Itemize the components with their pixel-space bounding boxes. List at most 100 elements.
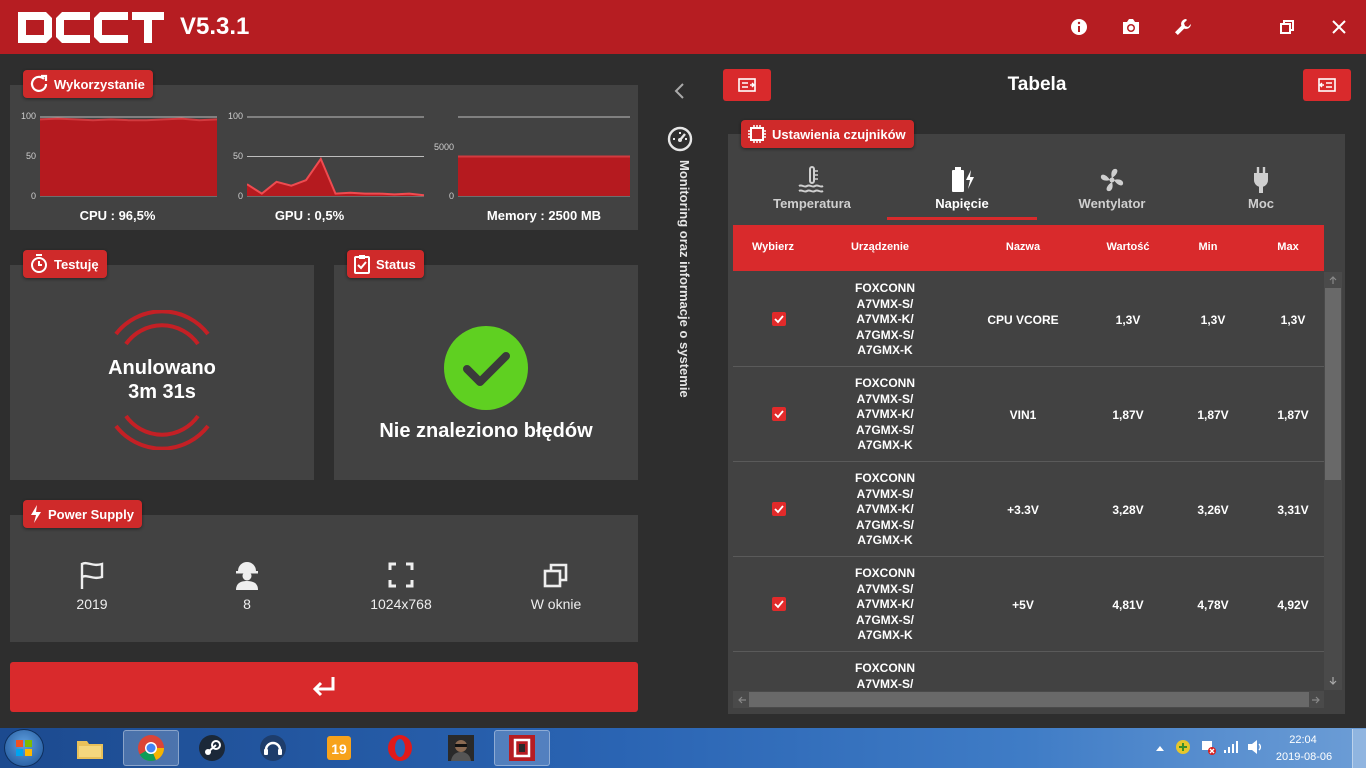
teamspeak-icon[interactable] (245, 730, 301, 766)
memory-graph-area (458, 156, 630, 196)
row-checkbox[interactable] (772, 597, 786, 611)
tab-moc[interactable]: Moc (1186, 166, 1336, 211)
col-wartosc[interactable]: Wartość (1088, 241, 1168, 253)
cpu-usage-label: CPU : 96,5% (79, 208, 156, 223)
cpu-tick-bottom: 0 (30, 191, 36, 201)
restore-icon[interactable] (1271, 12, 1303, 42)
tray-time[interactable]: 22:04 (1278, 734, 1328, 746)
table-row[interactable]: FOXCONN A7VMX-S/A7VMX-K/A7GMX-S/A7GMX-K +… (733, 462, 1324, 557)
cpu-usage-graph (40, 116, 217, 197)
cpu-tick-top: 100 (20, 111, 36, 121)
row-max: 3,31V (1277, 503, 1309, 517)
row-name: +5V (1012, 598, 1034, 612)
fan-icon (1100, 168, 1124, 192)
tray-signal-icon[interactable] (1223, 740, 1239, 754)
chip-icon (748, 125, 766, 143)
clipboard-check-icon (354, 255, 370, 274)
row-name: CPU VCORE (987, 313, 1059, 327)
gauge-icon (667, 126, 693, 152)
show-desktop-button[interactable] (1352, 729, 1366, 768)
col-nazwa[interactable]: Nazwa (973, 241, 1073, 253)
occt-logo (18, 12, 164, 43)
memory-usage-label: Memory : 2500 MB (486, 208, 602, 223)
opera-icon[interactable] (372, 730, 428, 766)
sensor-settings-label: Ustawienia czujników (772, 126, 906, 142)
row-min: 3,26V (1197, 503, 1229, 517)
row-checkbox[interactable] (772, 407, 786, 421)
row-device: FOXCONN A7VMX-S/A7VMX-K/A7GMX-S/A7GMX-K (855, 281, 915, 357)
sensor-settings-badge[interactable]: Ustawienia czujników (741, 120, 914, 148)
gpu-tick-mid: 50 (232, 151, 243, 161)
table-row[interactable]: FOXCONN A7VMX-S/A7VMX-K/A7GMX-S/A7GMX-K V… (733, 367, 1324, 462)
vertical-scroll-thumb[interactable] (1325, 288, 1341, 480)
temperature-icon (798, 166, 824, 193)
tray-app-icon[interactable] (1174, 738, 1192, 756)
row-checkbox[interactable] (772, 502, 786, 516)
wrench-icon[interactable] (1167, 12, 1199, 42)
row-value: 1,87V (1112, 408, 1144, 422)
camera-icon[interactable] (1115, 12, 1147, 42)
col-max[interactable]: Max (1248, 241, 1328, 253)
tab-napiecie-label: Napięcie (935, 196, 989, 211)
gpu-tick-top: 100 (227, 111, 243, 121)
occt-icon[interactable] (494, 730, 550, 766)
col-urzadzenie[interactable]: Urządzenie (820, 241, 940, 253)
table-row[interactable]: FOXCONN A7VMX-S/A7VMX-K/A7GMX-S/A7GMX-K C… (733, 272, 1324, 367)
scroll-down-icon[interactable] (1328, 676, 1338, 686)
gpu-usage-graph (247, 116, 424, 197)
chrome-icon[interactable] (123, 730, 179, 766)
scroll-left-icon[interactable] (737, 695, 747, 705)
explorer-icon[interactable] (62, 730, 118, 766)
tray-date[interactable]: 2019-08-06 (1266, 751, 1342, 763)
row-checkbox[interactable] (772, 312, 786, 326)
tab-temperatura[interactable]: Temperatura (737, 166, 887, 211)
tab-moc-label: Moc (1248, 196, 1274, 211)
gpu-tick-bottom: 0 (237, 191, 243, 201)
close-icon[interactable] (1323, 12, 1355, 42)
tray-volume-icon[interactable] (1246, 739, 1264, 755)
info-icon[interactable] (1063, 12, 1095, 42)
active-tab-indicator (887, 217, 1037, 220)
scroll-right-icon[interactable] (1311, 695, 1321, 705)
status-title: Status (376, 256, 416, 272)
plug-icon (1254, 167, 1268, 193)
timer-icon (31, 254, 47, 273)
usage-title: Wykorzystanie (54, 76, 145, 92)
steam-icon[interactable] (184, 730, 240, 766)
row-device: FOXCONN A7VMX-S/A7VMX-K/A7GMX-S/A7GMX-K (855, 376, 915, 452)
row-name: +3.3V (1007, 503, 1039, 517)
row-device: FOXCONN A7VMX-S/ (855, 661, 915, 688)
export-right-button[interactable] (1303, 69, 1351, 101)
table-body: FOXCONN A7VMX-S/A7VMX-K/A7GMX-S/A7GMX-K C… (0, 272, 1366, 688)
refresh-icon (30, 74, 48, 92)
tab-temperatura-label: Temperatura (773, 196, 851, 211)
horizontal-scrollbar[interactable] (733, 691, 1324, 708)
memory-usage-graph (458, 116, 630, 197)
gpu-graph-area (247, 158, 424, 196)
tab-wentylator[interactable]: Wentylator (1037, 166, 1187, 211)
start-button[interactable] (4, 729, 44, 767)
row-value: 1,3V (1115, 313, 1141, 327)
cpu-graph-line (40, 117, 217, 122)
tray-expand-icon[interactable] (1155, 744, 1165, 752)
export-left-button[interactable] (723, 69, 771, 101)
tab-napiecie[interactable]: Napięcie (887, 166, 1037, 211)
horizontal-scroll-thumb[interactable] (749, 692, 1309, 707)
tray-network-alert-icon[interactable] (1199, 738, 1217, 756)
table-row[interactable]: FOXCONN A7VMX-S/A7VMX-K/A7GMX-S/A7GMX-K +… (733, 557, 1324, 652)
scroll-up-icon[interactable] (1328, 275, 1338, 285)
testing-title: Testuję (54, 256, 99, 272)
gpu-usage-label: GPU : 0,5% (274, 208, 345, 223)
row-device: FOXCONN A7VMX-S/A7VMX-K/A7GMX-S/A7GMX-K (855, 566, 915, 642)
vertical-scrollbar[interactable] (1324, 272, 1342, 690)
row-min: 1,87V (1197, 408, 1229, 422)
col-wybierz[interactable]: Wybierz (733, 241, 813, 253)
row-device: FOXCONN A7VMX-S/A7VMX-K/A7GMX-S/A7GMX-K (855, 471, 915, 547)
game-19-icon[interactable]: 19 (311, 730, 367, 766)
col-min[interactable]: Min (1168, 241, 1248, 253)
table-row[interactable]: FOXCONN A7VMX-S/ (733, 652, 1324, 688)
row-min: 1,3V (1200, 313, 1226, 327)
game-avatar-icon[interactable] (433, 730, 489, 766)
collapse-chevron-icon[interactable] (673, 82, 687, 100)
tab-wentylator-label: Wentylator (1078, 196, 1146, 211)
